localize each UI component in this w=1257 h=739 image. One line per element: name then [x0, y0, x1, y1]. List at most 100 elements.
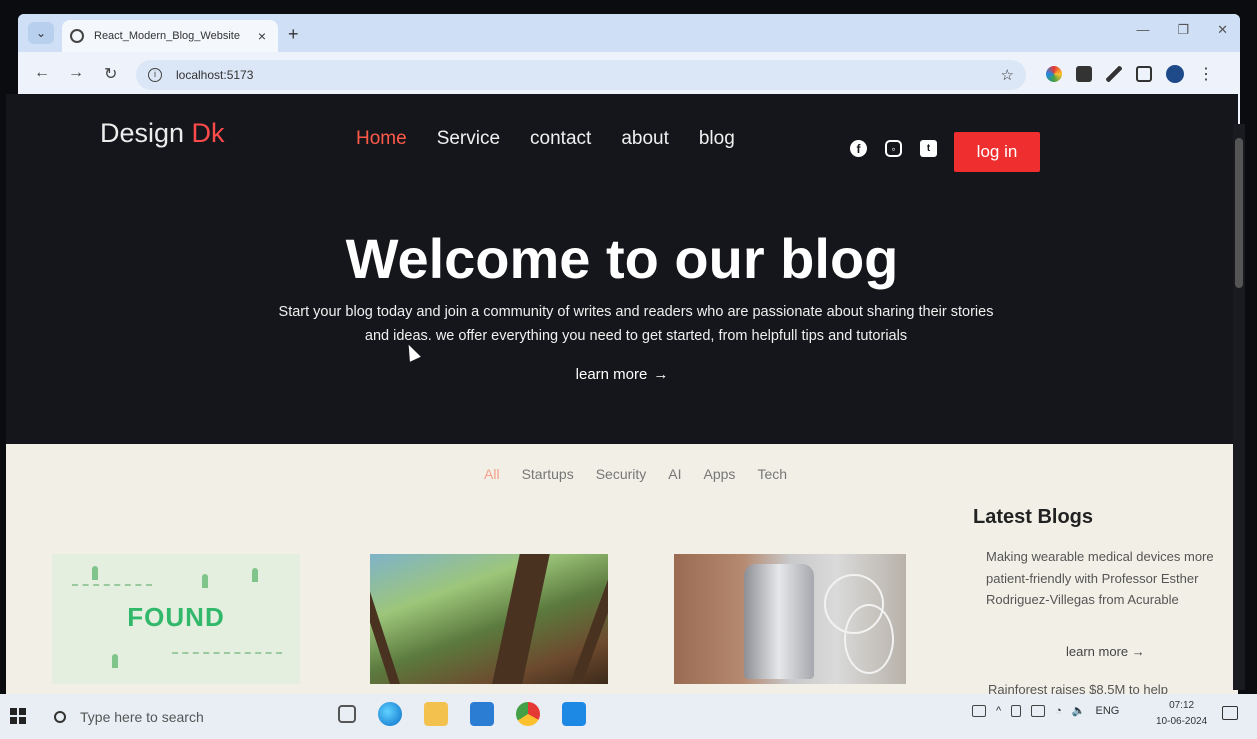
- card-image-text: FOUND: [127, 602, 225, 632]
- tree-decoration: [202, 574, 208, 588]
- profile-avatar[interactable]: [1166, 65, 1184, 83]
- nav-home[interactable]: Home: [356, 128, 407, 150]
- hero-subtitle: Start your blog today and join a communi…: [278, 304, 994, 344]
- map-path-decoration: [72, 584, 152, 586]
- tree-trunk-decoration: [490, 554, 550, 684]
- address-bar[interactable]: i localhost:5173 ☆: [136, 60, 1026, 90]
- blog-card-image-lab[interactable]: [674, 554, 906, 684]
- page-scrollbar[interactable]: [1233, 124, 1245, 690]
- tab-strip: ⌄ React_Modern_Blog_Website × + — ❐ ✕: [18, 14, 1240, 52]
- clock-time: 07:12: [1169, 700, 1195, 711]
- instagram-icon[interactable]: ◦: [885, 140, 902, 157]
- keyboard-icon[interactable]: [972, 704, 986, 717]
- chevron-up-icon[interactable]: ^: [996, 705, 1001, 717]
- map-path-decoration: [172, 652, 282, 654]
- twitter-icon[interactable]: t: [920, 140, 937, 157]
- tree-trunk-decoration: [370, 564, 400, 684]
- windows-taskbar: ^ ◔ 🔈 ENG 07:12 10-06-2024: [0, 694, 1257, 739]
- task-view-icon[interactable]: [338, 705, 356, 723]
- windows-start-icon[interactable]: [10, 708, 26, 724]
- browser-tab[interactable]: React_Modern_Blog_Website ×: [62, 20, 278, 52]
- blog-content-section: All Startups Security AI Apps Tech FOUND: [6, 444, 1238, 694]
- language-indicator[interactable]: ENG: [1096, 705, 1120, 717]
- facebook-icon[interactable]: f: [850, 140, 867, 157]
- chrome-icon[interactable]: [516, 702, 540, 726]
- hero-learn-more-link[interactable]: learn more →: [6, 366, 1238, 383]
- scrollbar-thumb[interactable]: [1235, 138, 1243, 288]
- reload-icon[interactable]: ↻: [104, 64, 117, 84]
- file-explorer-icon[interactable]: [424, 702, 448, 726]
- main-nav: Home Service contact about blog: [356, 128, 735, 150]
- latest-blog-item[interactable]: Making wearable medical devices more pat…: [986, 546, 1216, 611]
- filter-apps[interactable]: Apps: [704, 466, 736, 482]
- tree-trunk-decoration: [570, 554, 608, 684]
- tree-decoration: [112, 654, 118, 668]
- lab-vessel-decoration: [744, 564, 814, 679]
- edge-icon[interactable]: [378, 702, 402, 726]
- taskbar-apps: [338, 702, 586, 726]
- new-tab-button[interactable]: +: [288, 24, 299, 45]
- search-icon: [54, 711, 66, 723]
- taskbar-clock[interactable]: 07:12 10-06-2024: [1156, 698, 1207, 730]
- battery-icon[interactable]: [1031, 704, 1046, 717]
- latest-blogs-title: Latest Blogs: [973, 506, 1094, 528]
- latest-blog-item[interactable]: Rainforest raises $8.5M to help: [988, 682, 1168, 694]
- site-logo[interactable]: Design Dk: [100, 118, 225, 149]
- window-controls: — ❐ ✕: [1136, 22, 1228, 38]
- blog-card-image-forest[interactable]: [370, 554, 608, 684]
- forward-arrow-icon[interactable]: →: [68, 64, 84, 82]
- hero-section: Design Dk Home Service contact about blo…: [6, 94, 1238, 444]
- hero-title: Welcome to our blog: [345, 227, 899, 290]
- extension-pen-icon[interactable]: [1106, 66, 1122, 82]
- tree-decoration: [92, 566, 98, 580]
- blog-card-image-found[interactable]: FOUND: [52, 554, 300, 684]
- filter-all[interactable]: All: [484, 466, 500, 482]
- bookmark-star-icon[interactable]: ☆: [1001, 66, 1014, 84]
- category-filters: All Startups Security AI Apps Tech: [484, 466, 787, 482]
- extensions-puzzle-icon[interactable]: [1136, 66, 1152, 82]
- tab-search-button[interactable]: ⌄: [28, 22, 54, 44]
- tree-decoration: [252, 568, 258, 582]
- arrow-right-icon: →: [1131, 644, 1145, 659]
- system-tray: ^ ◔ 🔈 ENG: [972, 704, 1119, 717]
- nav-blog[interactable]: blog: [699, 128, 735, 150]
- volume-icon[interactable]: 🔈: [1072, 704, 1086, 717]
- vscode-icon[interactable]: [562, 702, 586, 726]
- filter-security[interactable]: Security: [596, 466, 647, 482]
- nav-service[interactable]: Service: [437, 128, 500, 150]
- latest-learn-more-label: learn more: [1066, 644, 1129, 659]
- site-info-icon[interactable]: i: [148, 68, 162, 82]
- close-window-icon[interactable]: ✕: [1217, 22, 1228, 38]
- restore-icon[interactable]: ❐: [1177, 22, 1189, 38]
- wifi-icon[interactable]: ◔: [1055, 705, 1062, 717]
- device-icon[interactable]: [1011, 704, 1022, 717]
- tab-title: React_Modern_Blog_Website: [94, 30, 240, 42]
- browser-menu-icon[interactable]: ⋮: [1198, 64, 1214, 84]
- notification-icon[interactable]: [1222, 706, 1238, 720]
- tube-decoration: [844, 604, 894, 674]
- url-text[interactable]: localhost:5173: [176, 68, 1001, 82]
- minimize-icon[interactable]: —: [1136, 22, 1149, 38]
- filter-tech[interactable]: Tech: [757, 466, 787, 482]
- filter-startups[interactable]: Startups: [522, 466, 574, 482]
- filter-ai[interactable]: AI: [668, 466, 681, 482]
- taskbar-search-input[interactable]: [80, 709, 300, 725]
- taskbar-search[interactable]: [44, 702, 326, 732]
- extension-image-icon[interactable]: [1076, 66, 1092, 82]
- latest-learn-more-link[interactable]: learn more →: [1066, 644, 1145, 659]
- globe-icon: [70, 29, 84, 43]
- extension-color-icon[interactable]: [1046, 66, 1062, 82]
- login-button[interactable]: log in: [954, 132, 1040, 172]
- back-arrow-icon[interactable]: ←: [34, 64, 50, 82]
- nav-about[interactable]: about: [621, 128, 669, 150]
- social-links: f ◦ t: [850, 140, 937, 157]
- chevron-down-icon: ⌄: [35, 26, 47, 40]
- logo-accent: Dk: [191, 118, 225, 148]
- close-tab-button[interactable]: ×: [254, 28, 270, 44]
- extensions-row: ⋮: [1046, 64, 1214, 84]
- mail-icon[interactable]: [470, 702, 494, 726]
- learn-more-label: learn more: [575, 366, 648, 383]
- nav-contact[interactable]: contact: [530, 128, 591, 150]
- web-page: Design Dk Home Service contact about blo…: [6, 94, 1238, 694]
- clock-date: 10-06-2024: [1156, 716, 1208, 727]
